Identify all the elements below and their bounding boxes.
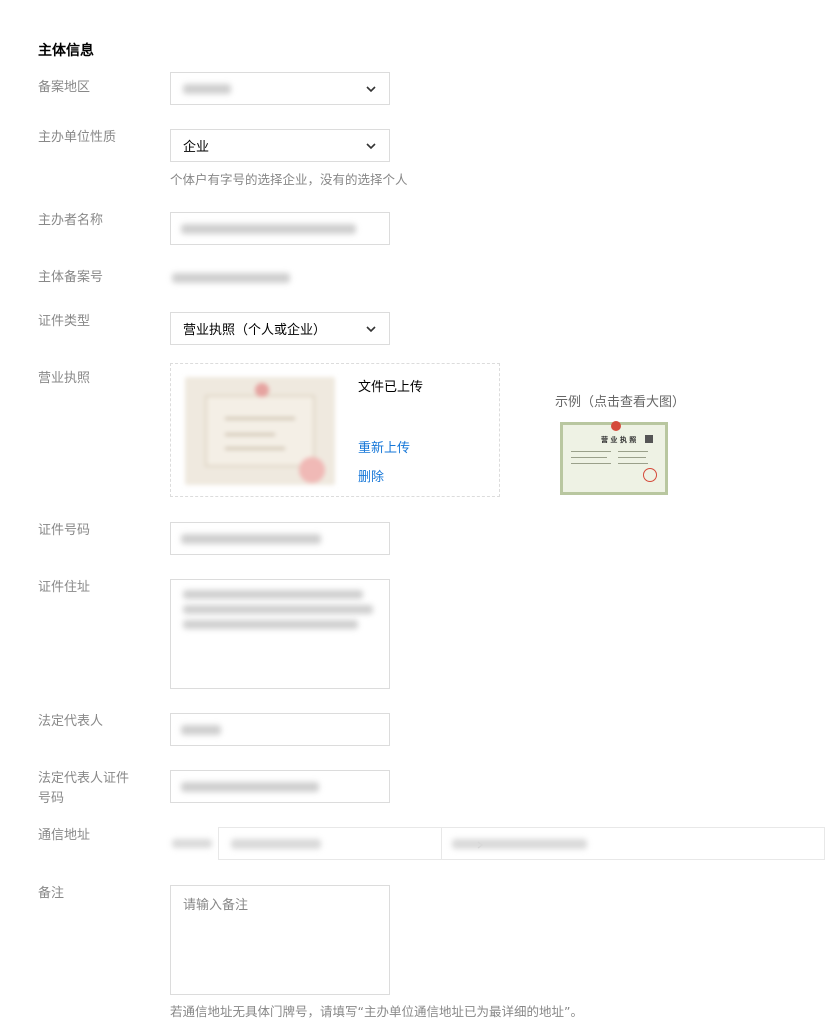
cert-address-textarea[interactable] — [170, 579, 390, 689]
mail-detail-input[interactable] — [441, 827, 825, 860]
remark-label: 备注 — [38, 886, 65, 901]
region-select[interactable] — [170, 72, 390, 105]
cert-address-redacted-line3 — [183, 620, 358, 629]
reupload-link[interactable]: 重新上传 — [358, 437, 410, 456]
delete-link[interactable]: 删除 — [358, 466, 384, 485]
license-label: 营业执照 — [38, 371, 91, 386]
org-type-select[interactable]: 企业 — [170, 129, 390, 162]
legal-rep-id-redacted — [181, 782, 319, 792]
cert-address-redacted-line1 — [183, 590, 363, 599]
remark-textarea[interactable]: 请输入备注 — [170, 885, 390, 995]
mail-address-label: 通信地址 — [38, 828, 91, 843]
license-thumbnail[interactable] — [185, 377, 335, 485]
legal-rep-input[interactable] — [170, 713, 390, 746]
section-title: 主体信息 — [38, 43, 94, 59]
emblem-icon — [611, 421, 621, 431]
example-license-image[interactable]: 营 业 执 照 — [560, 421, 668, 495]
cert-number-redacted — [181, 534, 321, 544]
cert-type-label: 证件类型 — [38, 314, 91, 329]
cert-number-label: 证件号码 — [38, 523, 91, 538]
upload-status: 文件已上传 — [358, 380, 424, 395]
example-license-title: 营 业 执 照 — [601, 436, 637, 444]
record-number-redacted — [172, 273, 290, 283]
region-value-redacted — [183, 83, 231, 94]
chevron-down-icon — [365, 323, 377, 335]
record-number-label: 主体备案号 — [38, 270, 104, 285]
sponsor-name-label: 主办者名称 — [38, 213, 104, 228]
org-type-hint: 个体户有字号的选择企业，没有的选择个人 — [170, 172, 408, 187]
org-type-value: 企业 — [183, 140, 210, 155]
mail-address-group — [170, 827, 825, 860]
region-label: 备案地区 — [38, 80, 91, 95]
cert-address-label: 证件住址 — [38, 580, 91, 595]
chevron-down-icon — [365, 83, 377, 95]
license-upload-area: 文件已上传 重新上传 删除 — [170, 363, 500, 497]
sponsor-name-redacted — [181, 224, 356, 234]
qr-code-icon — [645, 435, 653, 443]
cert-number-input[interactable] — [170, 522, 390, 555]
mail-province-redacted — [172, 839, 212, 848]
org-type-label: 主办单位性质 — [38, 130, 117, 145]
mail-city-redacted — [231, 839, 321, 849]
cert-address-redacted-line2 — [183, 605, 373, 614]
stamp-icon — [643, 468, 657, 482]
example-label: 示例（点击查看大图） — [555, 395, 686, 410]
legal-rep-redacted — [181, 725, 221, 735]
chevron-down-icon — [365, 140, 377, 152]
sponsor-name-input[interactable] — [170, 212, 390, 245]
mail-city-select[interactable] — [218, 827, 483, 860]
legal-rep-id-label: 法定代表人证件号码 — [38, 771, 130, 806]
legal-rep-label: 法定代表人 — [38, 714, 104, 729]
legal-rep-id-input[interactable] — [170, 770, 390, 803]
remark-placeholder: 请输入备注 — [183, 898, 249, 913]
cert-type-value: 营业执照（个人或企业） — [183, 323, 327, 338]
remark-hint: 若通信地址无具体门牌号，请填写“主办单位通信地址已为最详细的地址”。 — [170, 1004, 583, 1019]
cert-type-select[interactable]: 营业执照（个人或企业） — [170, 312, 390, 345]
mail-detail-redacted — [452, 839, 587, 849]
